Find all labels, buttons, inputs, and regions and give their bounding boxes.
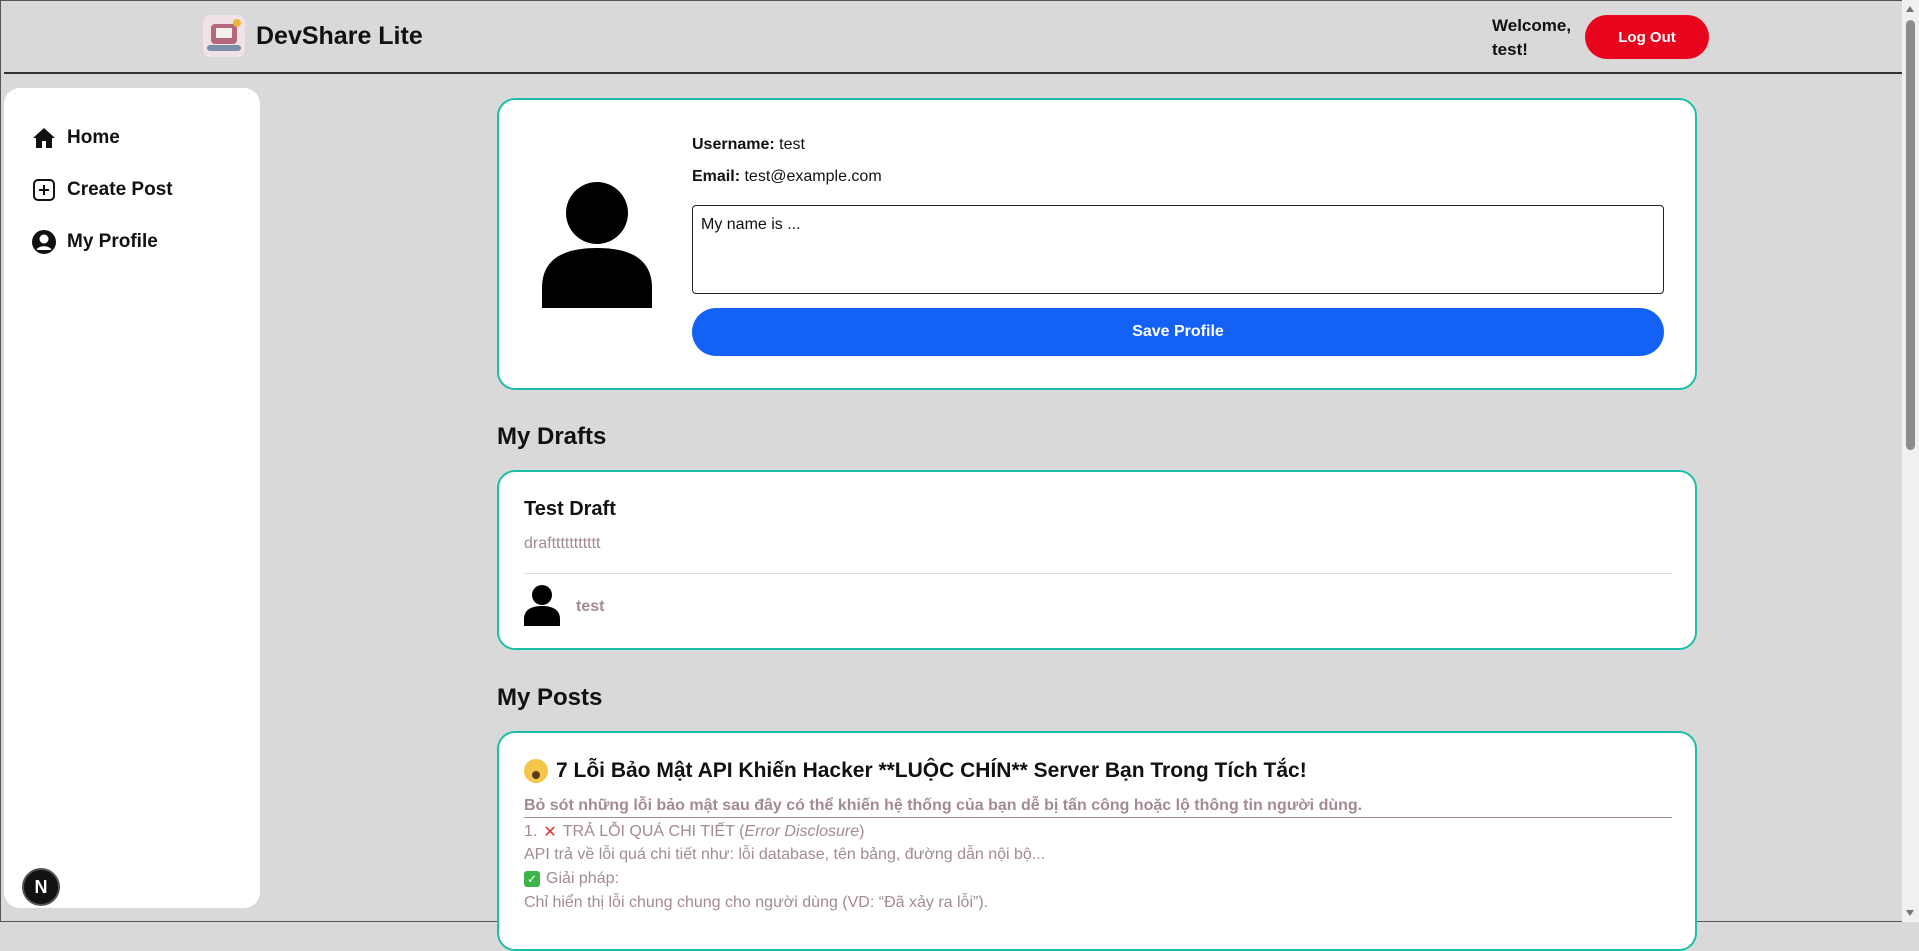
logo-icon[interactable]: [203, 15, 245, 57]
posts-heading: My Posts: [497, 684, 603, 711]
drafts-heading: My Drafts: [497, 423, 607, 450]
page-scrollbar[interactable]: [1902, 0, 1919, 922]
draft-excerpt: drafttttttttttt: [524, 535, 601, 552]
draft-card[interactable]: Test Draft drafttttttttttt test: [497, 470, 1697, 650]
top-header: DevShare Lite Welcome, test! Log Out: [4, 0, 1902, 74]
sidebar-item-label: My Profile: [67, 231, 158, 252]
home-icon: [31, 125, 57, 151]
sidebar-item-home[interactable]: Home: [31, 125, 120, 151]
user-circle-icon: [31, 229, 57, 255]
post-line-1-italic: Error Disclosure: [744, 823, 860, 840]
dev-tools-badge[interactable]: N: [22, 868, 60, 906]
username-line: Username: test: [692, 136, 805, 154]
post-line-4: Chỉ hiển thị lỗi chung chung cho người d…: [524, 894, 989, 911]
email-label: Email:: [692, 168, 741, 185]
username-value: test: [779, 136, 805, 153]
post-subtitle: Bỏ sót những lỗi bảo mật sau đây có thể …: [524, 797, 1672, 818]
cross-mark-icon: ✕: [543, 824, 557, 841]
sidebar-item-label: Home: [67, 127, 120, 148]
post-line-1-text: TRẢ LỖI QUÁ CHI TIẾT (: [562, 823, 745, 840]
email-line: Email: test@example.com: [692, 168, 882, 186]
post-card[interactable]: 7 Lỗi Bảo Mật API Khiến Hacker **LUỘC CH…: [497, 731, 1697, 951]
post-line-1: 1. ✕ TRẢ LỖI QUÁ CHI TIẾT ( Error Disclo…: [524, 822, 864, 842]
avatar: [542, 180, 652, 315]
post-line-3: ✓ Giải pháp:: [524, 870, 619, 888]
username-label: Username:: [692, 136, 775, 153]
list-number: 1.: [524, 823, 538, 840]
post-line-3-text: Giải pháp:: [546, 870, 619, 887]
check-mark-icon: ✓: [524, 871, 540, 887]
scroll-thumb[interactable]: [1906, 20, 1915, 450]
post-title: 7 Lỗi Bảo Mật API Khiến Hacker **LUỘC CH…: [556, 759, 1307, 782]
sidebar-item-create-post[interactable]: Create Post: [31, 177, 173, 203]
scream-emoji-icon: [524, 759, 548, 783]
post-line-1-suffix: ): [859, 823, 865, 840]
scroll-up-arrow-icon[interactable]: [1906, 6, 1914, 12]
email-value: test@example.com: [744, 168, 882, 185]
plus-square-icon: [31, 177, 57, 203]
author-avatar-icon: [524, 584, 560, 631]
save-profile-button[interactable]: Save Profile: [692, 308, 1664, 356]
bio-textarea[interactable]: My name is ...: [692, 205, 1664, 294]
sidebar-item-my-profile[interactable]: My Profile: [31, 229, 158, 255]
logout-button[interactable]: Log Out: [1585, 15, 1709, 59]
draft-title[interactable]: Test Draft: [524, 498, 616, 521]
sidebar: Home Create Post My Profile: [4, 88, 260, 908]
post-line-2: API trả về lỗi quá chi tiết như: lỗi dat…: [524, 846, 1046, 863]
brand-title[interactable]: DevShare Lite: [256, 22, 423, 51]
post-title-row[interactable]: 7 Lỗi Bảo Mật API Khiến Hacker **LUỘC CH…: [524, 759, 1307, 783]
draft-author[interactable]: test: [576, 598, 604, 616]
divider: [524, 573, 1672, 574]
welcome-text: Welcome, test!: [1492, 16, 1572, 59]
profile-card: Username: test Email: test@example.com M…: [497, 98, 1697, 390]
sidebar-item-label: Create Post: [67, 179, 173, 200]
scroll-down-arrow-icon[interactable]: [1906, 910, 1914, 916]
